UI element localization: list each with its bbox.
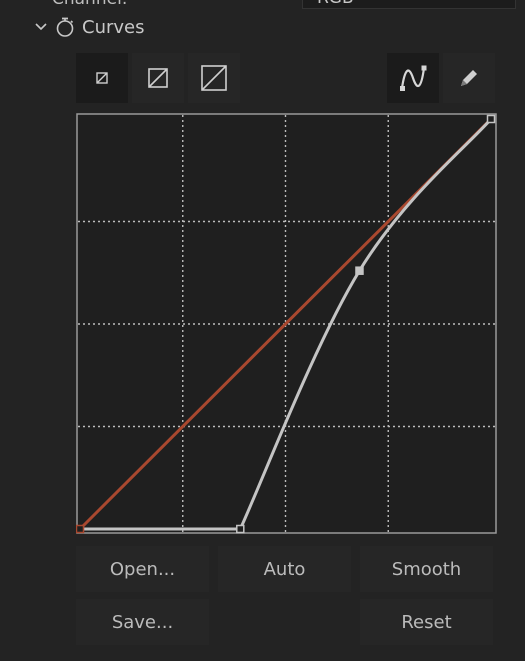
curve-control-point[interactable] <box>76 524 85 534</box>
curves-size-medium-icon <box>148 68 168 88</box>
curve-control-point[interactable] <box>486 114 496 124</box>
auto-button[interactable]: Auto <box>218 546 351 592</box>
curve-control-point[interactable] <box>355 266 364 275</box>
save-button[interactable]: Save... <box>76 599 209 645</box>
curves-section-header[interactable]: Curves <box>34 13 144 41</box>
open-button[interactable]: Open... <box>76 546 209 592</box>
reset-button[interactable]: Reset <box>360 599 493 645</box>
pencil-tool-button[interactable] <box>443 53 495 103</box>
curves-size-small-icon <box>96 72 108 84</box>
bezier-curve-icon <box>400 65 427 91</box>
curves-graph[interactable] <box>76 113 497 534</box>
stopwatch-icon[interactable] <box>54 16 76 38</box>
channel-label: Channel: <box>52 0 128 10</box>
smooth-button[interactable]: Smooth <box>360 546 493 592</box>
bezier-tool-button[interactable] <box>387 53 439 103</box>
channel-dropdown[interactable]: RGB <box>302 0 516 9</box>
pencil-icon <box>461 70 477 86</box>
curves-size-large-icon <box>201 65 227 91</box>
channel-row: Channel: RGB <box>0 0 525 10</box>
section-title: Curves <box>82 16 145 38</box>
chevron-down-icon[interactable] <box>34 20 48 34</box>
size-small-button[interactable] <box>76 53 128 103</box>
curve-control-point[interactable] <box>236 524 245 534</box>
size-medium-button[interactable] <box>132 53 184 103</box>
size-large-button[interactable] <box>188 53 240 103</box>
